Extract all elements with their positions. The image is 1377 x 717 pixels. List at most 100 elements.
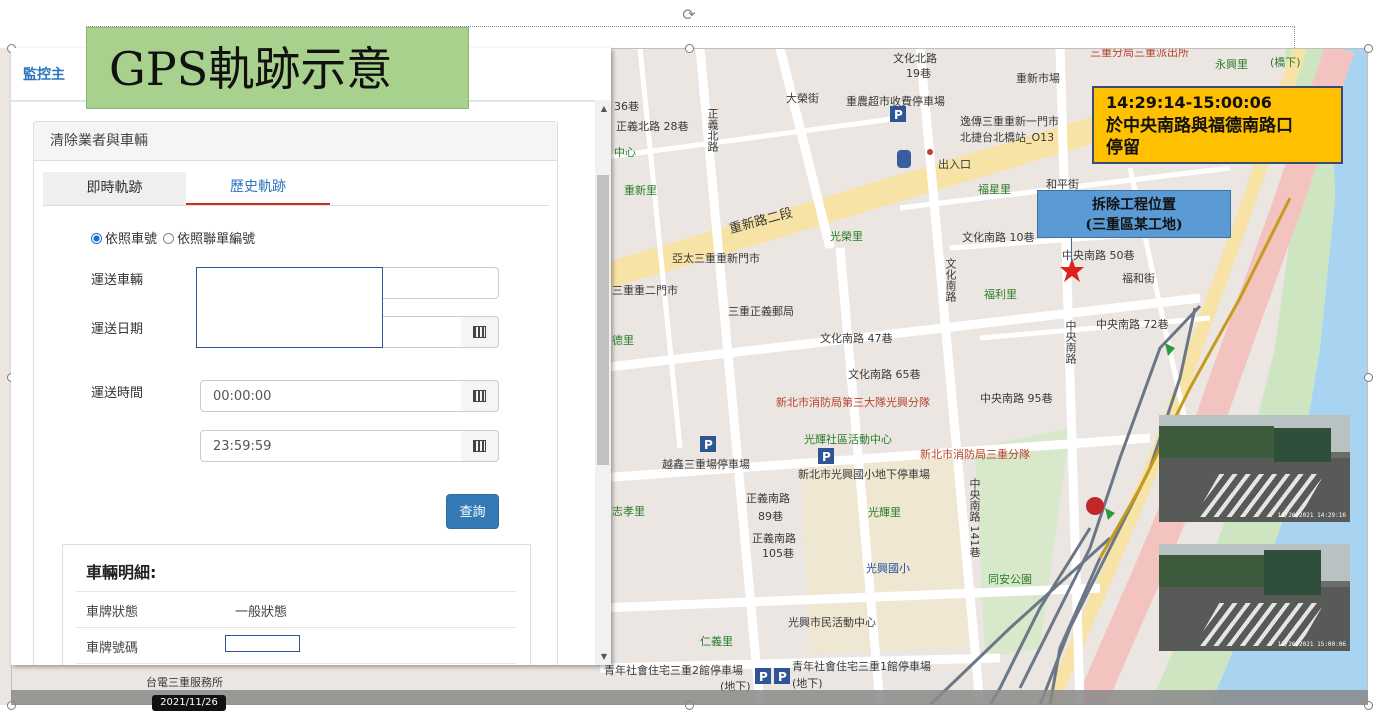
tab-monitor[interactable]: 監控主 bbox=[23, 64, 65, 84]
stop-time-range: 14:29:14-15:00:06 bbox=[1106, 93, 1272, 112]
svg-text:P: P bbox=[778, 670, 787, 684]
radio-by-manifest[interactable] bbox=[163, 233, 175, 244]
scrollbar[interactable]: ▲ ▼ bbox=[595, 100, 611, 665]
map-label: 仁義里 bbox=[700, 635, 733, 648]
map-label: 德里 bbox=[612, 334, 634, 347]
resize-handle[interactable] bbox=[1364, 44, 1373, 53]
slide-title: GPS軌跡示意 bbox=[86, 27, 469, 109]
control-panel: 監控主 ▲ ▼ 清除業者與車輛 即時軌跡 歷史軌跡 依照車號 依照聯單編號 運送… bbox=[11, 48, 611, 665]
map-label: 福利里 bbox=[984, 288, 1017, 301]
map-label: 中央南路 141巷 bbox=[968, 478, 981, 558]
plate-number-redaction bbox=[225, 635, 300, 652]
map-label: 光榮里 bbox=[830, 230, 863, 243]
scroll-up-icon[interactable]: ▲ bbox=[601, 104, 607, 113]
detail-title: 車輛明細: bbox=[86, 563, 157, 582]
map-label: 重新里 bbox=[624, 184, 657, 197]
divider bbox=[76, 627, 516, 628]
redaction-box bbox=[196, 267, 383, 348]
map-label: 36巷 bbox=[614, 100, 639, 113]
callout-pointer bbox=[1071, 238, 1072, 262]
stop-status: 停留 bbox=[1106, 138, 1140, 158]
site-callout: 拆除工程位置 (三重區某工地) bbox=[1037, 190, 1231, 238]
map-label: 光輝里 bbox=[868, 506, 901, 519]
map-label: 光興國小 bbox=[866, 562, 910, 575]
calendar-icon bbox=[473, 326, 486, 338]
time-end-picker[interactable] bbox=[461, 430, 499, 462]
time-start-picker[interactable] bbox=[461, 380, 499, 412]
stop-time-callout: 14:29:14-15:00:06 於中央南路與福德南路口 停留 bbox=[1092, 86, 1343, 164]
track-tabs: 即時軌跡 歷史軌跡 bbox=[43, 172, 549, 206]
map-label: 逸傳三重重新一門市 bbox=[960, 115, 1059, 128]
cctv-photo-2: 11/26/2021 15:00:06 bbox=[1159, 544, 1350, 651]
map-label: 新北市消防局第三大隊光興分隊 bbox=[776, 396, 930, 409]
map-label: 重農超市收費停車場 bbox=[846, 95, 945, 108]
photo-timestamp: 11/26/2021 15:00:06 bbox=[1277, 641, 1346, 648]
map-label: 福星里 bbox=[978, 183, 1011, 196]
svg-text:P: P bbox=[822, 450, 831, 464]
map-label: 光輝社區活動中心 bbox=[804, 433, 892, 446]
map-label: 中央南路 50巷 bbox=[1062, 249, 1135, 262]
map-label: 出入口 bbox=[938, 158, 971, 171]
site-title: 拆除工程位置 bbox=[1092, 197, 1176, 213]
photo-timestamp: 11/26/2021 14:29:16 bbox=[1277, 512, 1346, 519]
time-label: 運送時間 bbox=[91, 386, 144, 401]
time-end-input[interactable]: 23:59:59 bbox=[200, 430, 462, 462]
map-label: 大榮街 bbox=[786, 92, 819, 105]
map-label: 新北市消防局三重分隊 bbox=[920, 448, 1030, 461]
map-label: 19巷 bbox=[906, 67, 931, 80]
rotate-handle-icon[interactable]: ⟳ bbox=[680, 6, 698, 24]
map-label: 越鑫三重場停車場 bbox=[662, 458, 750, 471]
map-label: 文化南路 bbox=[944, 258, 957, 302]
date-picker-button[interactable] bbox=[461, 316, 499, 348]
map-label: 中央南路 72巷 bbox=[1096, 318, 1169, 331]
map-label: 青年社會住宅三重2館停車場 bbox=[604, 664, 743, 677]
tab-realtime[interactable]: 即時軌跡 bbox=[43, 172, 186, 205]
radio-label: 依照車號 bbox=[105, 232, 158, 247]
search-mode: 依照車號 依照聯單編號 bbox=[91, 228, 255, 247]
map-label: 文化南路 10巷 bbox=[962, 231, 1035, 244]
calendar-icon bbox=[473, 440, 486, 452]
date-label: 運送日期 bbox=[91, 322, 144, 337]
map-label: 三重重二門市 bbox=[612, 284, 678, 297]
svg-text:P: P bbox=[894, 108, 903, 122]
map-label: (橋下) bbox=[1270, 56, 1301, 69]
map-label: (地下) bbox=[792, 677, 823, 690]
card-title: 清除業者與車輛 bbox=[34, 122, 557, 161]
map-label: 中央南路 bbox=[1064, 320, 1077, 364]
plate-status-value: 一般狀態 bbox=[235, 605, 288, 620]
divider bbox=[76, 591, 516, 592]
map-label: 三重正義郵局 bbox=[728, 305, 794, 318]
radio-label: 依照聯單編號 bbox=[177, 232, 256, 247]
map-label: 89巷 bbox=[758, 510, 783, 523]
scrollbar-thumb[interactable] bbox=[597, 175, 609, 465]
map-label: 亞太三重重新門市 bbox=[672, 252, 760, 265]
resize-handle[interactable] bbox=[685, 44, 694, 53]
svg-text:P: P bbox=[704, 438, 713, 452]
svg-text:P: P bbox=[759, 670, 768, 684]
date-chip: 2021/11/26 bbox=[152, 695, 226, 711]
map-label: 台電三重服務所 bbox=[146, 676, 223, 689]
tab-history[interactable]: 歷史軌跡 bbox=[186, 172, 330, 205]
map-label: 中央南路 95巷 bbox=[980, 392, 1053, 405]
radio-by-plate[interactable] bbox=[91, 233, 102, 244]
map-label: 正義北路 28巷 bbox=[616, 120, 689, 133]
cctv-photo-1: 11/26/2021 14:29:16 bbox=[1159, 415, 1350, 522]
site-subtitle: (三重區某工地) bbox=[1085, 217, 1183, 233]
vehicle-label: 運送車輛 bbox=[91, 273, 144, 288]
map-label: 永興里 bbox=[1215, 58, 1248, 71]
map-label: 正義南路 bbox=[752, 532, 796, 545]
divider bbox=[76, 663, 516, 664]
vehicle-detail: 車輛明細: 車牌狀態 一般狀態 車牌號碼 bbox=[62, 544, 531, 665]
map-label: 青年社會住宅三重1館停車場 bbox=[792, 660, 931, 673]
map-label: 三重分局三重派出所 bbox=[1090, 48, 1189, 59]
calendar-icon bbox=[473, 390, 486, 402]
map-label: 正義南路 bbox=[746, 492, 790, 505]
map-label: 文化南路 47巷 bbox=[820, 332, 893, 345]
plate-status-label: 車牌狀態 bbox=[86, 605, 139, 620]
map-label: 新北市光興國小地下停車場 bbox=[798, 468, 930, 481]
time-start-input[interactable]: 00:00:00 bbox=[200, 380, 462, 412]
resize-handle[interactable] bbox=[1364, 373, 1373, 382]
map-label: 志孝里 bbox=[612, 505, 645, 518]
scroll-down-icon[interactable]: ▼ bbox=[601, 652, 607, 661]
query-button[interactable]: 查詢 bbox=[446, 494, 499, 529]
